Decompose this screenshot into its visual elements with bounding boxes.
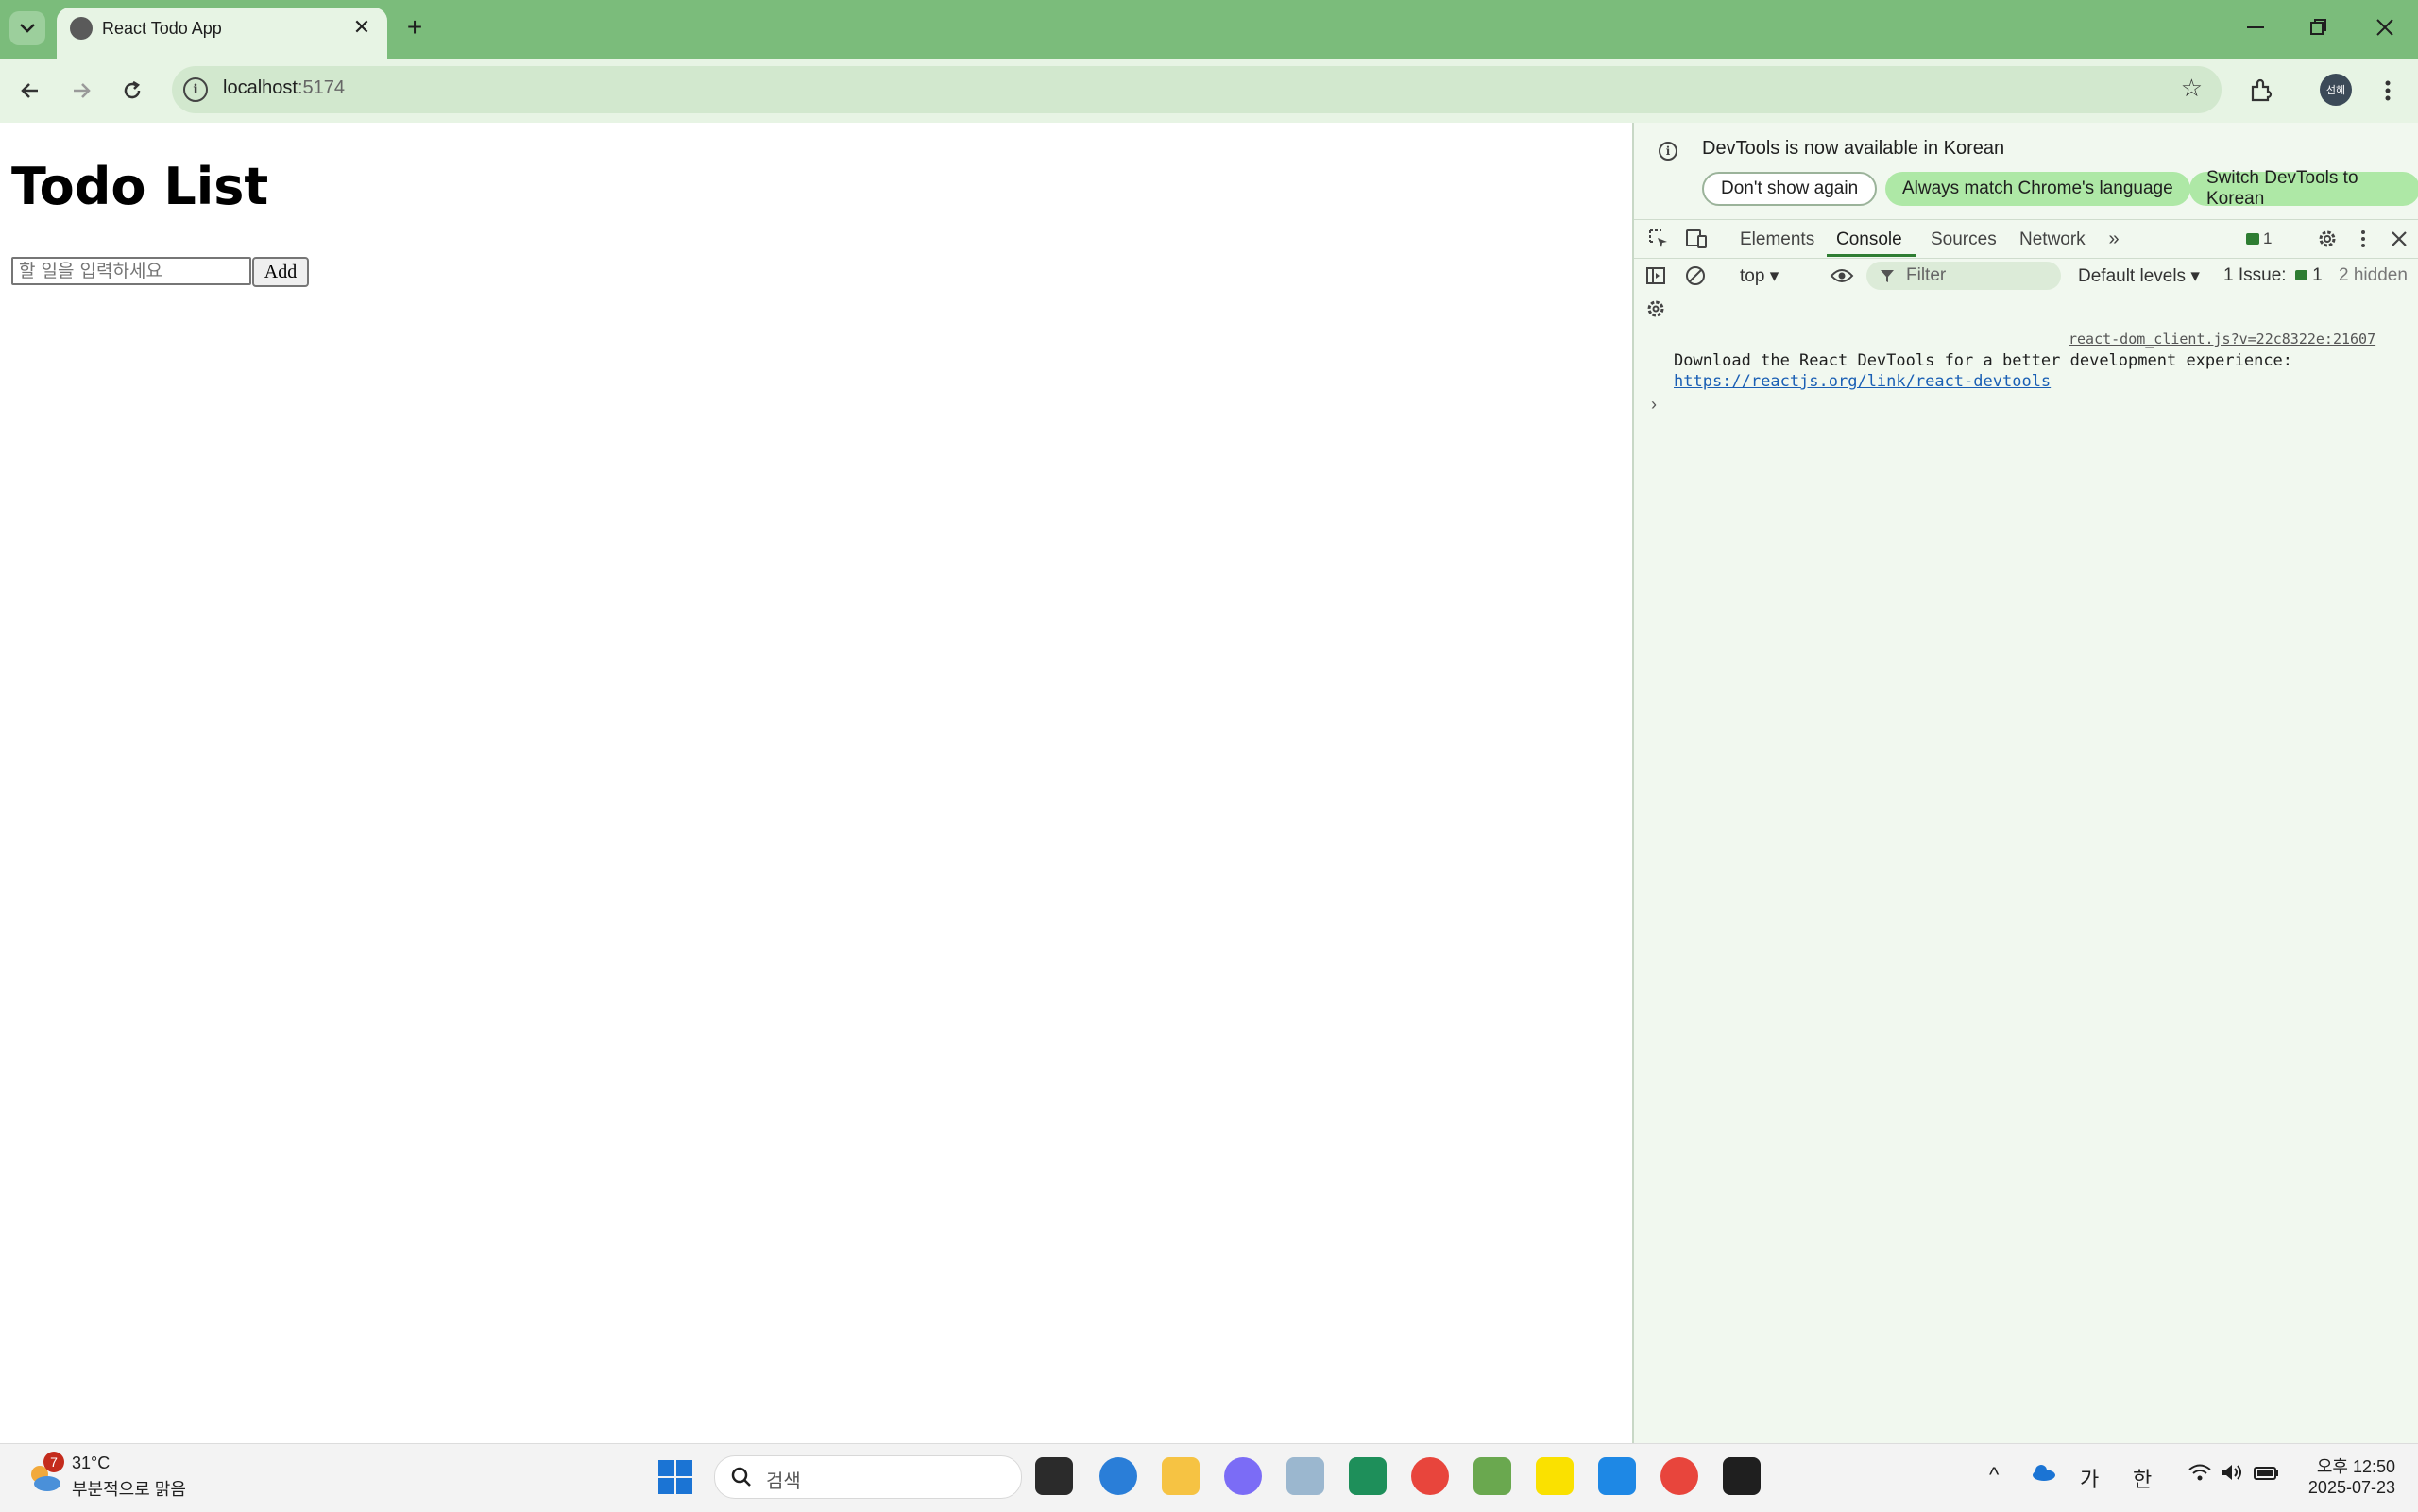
gear-icon[interactable] (2314, 226, 2341, 252)
search-icon (731, 1467, 751, 1487)
message-icon (2246, 233, 2259, 245)
restore-icon[interactable] (2286, 0, 2352, 55)
star-icon[interactable]: ☆ (2181, 74, 2203, 103)
weather-badge: 7 (43, 1452, 64, 1472)
log-link[interactable]: https://reactjs.org/link/react-devtools (1674, 372, 2051, 391)
browser-titlebar: React Todo App ✕ + (0, 0, 2418, 59)
close-devtools-icon[interactable] (2386, 226, 2412, 252)
edge-icon[interactable] (1099, 1457, 1137, 1495)
clear-icon[interactable] (1683, 263, 1708, 288)
task-view-icon[interactable] (1035, 1457, 1073, 1495)
onedrive-icon[interactable] (2031, 1463, 2057, 1487)
browser-toolbar: i localhost:5174 ☆ 선혜 (0, 59, 2418, 123)
plus-icon[interactable]: + (400, 12, 429, 42)
browser-tab[interactable]: React Todo App ✕ (57, 8, 387, 59)
favicon-icon (70, 17, 93, 40)
message-icon (2294, 270, 2307, 280)
weather-description: 부분적으로 맑음 (72, 1480, 186, 1499)
dont-show-again-button[interactable]: Don't show again (1702, 172, 1878, 206)
devtools-panel: i DevTools is now available in Korean Do… (1632, 123, 2418, 1443)
device-icon[interactable] (1683, 226, 1710, 252)
page-title: Todo List (11, 157, 269, 216)
inspect-icon[interactable] (1645, 226, 1672, 252)
minimize-icon[interactable] (2223, 0, 2290, 55)
always-match-language-button[interactable]: Always match Chrome's language (1885, 172, 2190, 206)
volume-icon[interactable] (2220, 1463, 2244, 1487)
battery-icon[interactable] (2254, 1463, 2280, 1487)
search-app-icon[interactable] (1286, 1457, 1324, 1495)
switch-to-korean-button[interactable]: Switch DevTools to Korean (2189, 168, 2418, 209)
back-icon[interactable] (13, 74, 47, 108)
copilot-icon[interactable] (1224, 1457, 1262, 1495)
language-infobar: i DevTools is now available in Korean Do… (1634, 123, 2418, 219)
log-source-link[interactable]: react-dom_client.js?v=22c8322e:21607 (2069, 331, 2375, 348)
chevron-double-icon[interactable]: » (2103, 226, 2125, 252)
console-toolbar: top ▾ Filter Default levels ▾ 1 Issue: 1… (1634, 258, 2418, 294)
tab-search-icon[interactable] (9, 11, 45, 45)
add-button[interactable]: Add (252, 257, 309, 287)
extensions-icon[interactable] (2244, 74, 2278, 108)
sidebar-icon[interactable] (1643, 263, 1668, 288)
tab-console[interactable]: Console (1836, 229, 1902, 250)
info-icon[interactable]: i (183, 77, 208, 102)
tab-network[interactable]: Network (2019, 229, 2086, 250)
active-tab-indicator (1827, 254, 1916, 257)
console-prompt[interactable]: › (1651, 395, 1657, 415)
taskbar-search[interactable]: 검색 (714, 1455, 1022, 1499)
tab-elements[interactable]: Elements (1740, 229, 1814, 250)
message-count: 1 (2263, 229, 2273, 247)
chrome-icon[interactable] (1411, 1457, 1449, 1495)
wifi-icon[interactable] (2188, 1463, 2212, 1487)
app-icon[interactable] (1598, 1457, 1636, 1495)
console-settings-gear-icon[interactable] (1643, 297, 1668, 321)
todo-input[interactable] (11, 257, 251, 285)
filter-input[interactable]: Filter (1866, 262, 2061, 290)
close-window-icon[interactable] (2352, 0, 2418, 55)
page-viewport: Todo List Add (0, 123, 1632, 1443)
log-message: Download the React DevTools for a better… (1674, 351, 2293, 370)
tab-sources[interactable]: Sources (1931, 229, 1997, 250)
windows-taskbar: 7 31°C 부분적으로 맑음 검색 ^ 가 한 오후 12:50 2025-0… (0, 1443, 2418, 1512)
file-explorer-icon[interactable] (1162, 1457, 1200, 1495)
close-icon[interactable]: ✕ (349, 15, 374, 40)
eye-icon[interactable] (1829, 263, 1855, 288)
devtools-tabbar: Elements Console Sources Network » 1 (1634, 219, 2418, 259)
address-bar[interactable]: i localhost:5174 ☆ (172, 66, 2222, 113)
context-select[interactable]: top ▾ (1740, 265, 1779, 287)
chrome-profile-icon[interactable] (1660, 1457, 1698, 1495)
chevron-up-icon[interactable]: ^ (1989, 1463, 1999, 1487)
forward-icon[interactable] (64, 74, 98, 108)
url-text[interactable]: localhost:5174 (223, 77, 345, 99)
issues-counter[interactable]: 1 Issue: 1 (2223, 265, 2323, 286)
ime-mode[interactable]: 한 (2133, 1463, 2152, 1493)
messages-counter[interactable]: 1 (2246, 226, 2272, 252)
clock-time[interactable]: 오후 12:50 (2310, 1453, 2395, 1478)
ime-language[interactable]: 가 (2080, 1463, 2099, 1493)
hidden-count: 2 hidden (2339, 265, 2408, 285)
clock-date[interactable]: 2025-07-23 (2301, 1478, 2395, 1498)
log-levels-dropdown[interactable]: Default levels ▾ (2078, 265, 2200, 287)
profile-avatar[interactable]: 선혜 (2320, 74, 2352, 106)
more-vert-icon[interactable] (2354, 226, 2373, 252)
green-app-icon[interactable] (1349, 1457, 1387, 1495)
more-vert-icon[interactable] (2371, 74, 2405, 108)
cursor-app-icon[interactable] (1723, 1457, 1761, 1495)
filter-icon (1881, 270, 1894, 282)
info-icon: i (1659, 142, 1677, 161)
tab-title: React Todo App (102, 19, 222, 38)
language-message: DevTools is now available in Korean (1702, 138, 2005, 159)
kakaotalk-icon[interactable] (1536, 1457, 1574, 1495)
windows-start-icon[interactable] (657, 1459, 693, 1495)
temperature: 31°C (72, 1453, 111, 1472)
reload-icon[interactable] (115, 74, 149, 108)
photos-icon[interactable] (1473, 1457, 1511, 1495)
